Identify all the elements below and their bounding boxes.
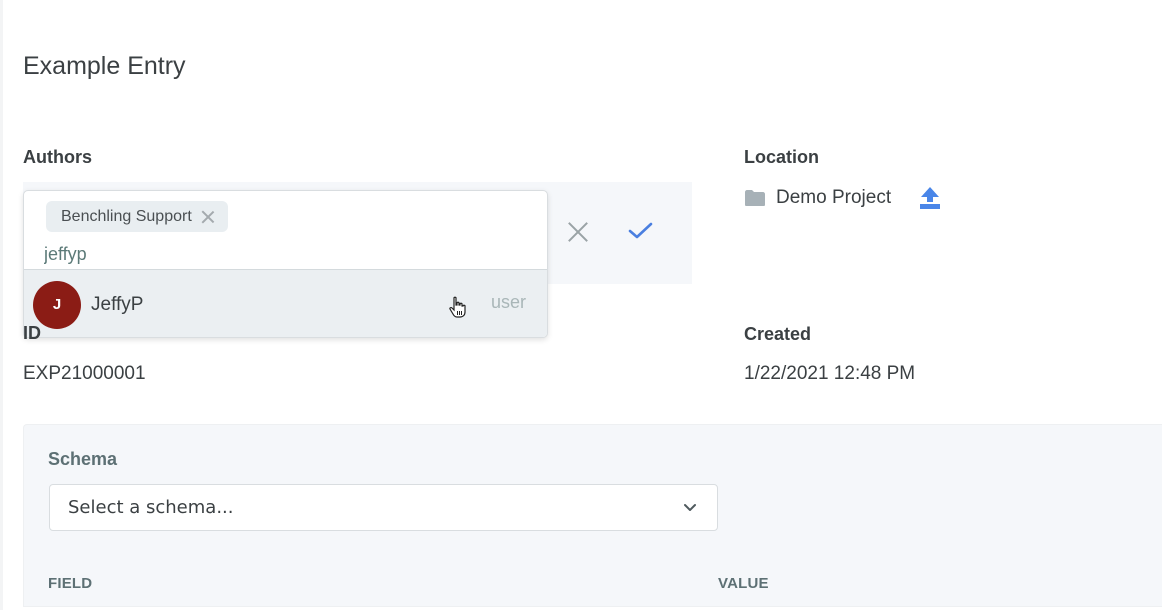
created-value: 1/22/2021 12:48 PM (744, 363, 916, 384)
author-option-type: user (490, 292, 526, 312)
id-value: EXP21000001 (23, 363, 146, 384)
chevron-down-icon (684, 504, 696, 511)
hand-pointer-icon (449, 296, 466, 318)
id-label: ID (23, 323, 41, 343)
location-value[interactable]: Demo Project (776, 187, 891, 209)
upload-icon[interactable] (919, 186, 941, 210)
column-header-value: VALUE (718, 575, 769, 592)
author-chip-label: Benchling Support (61, 207, 192, 225)
authors-label: Authors (23, 147, 92, 167)
left-edge-border (0, 0, 3, 610)
author-search-input[interactable] (44, 241, 524, 267)
folder-icon (745, 190, 765, 206)
cancel-edit-button[interactable] (566, 220, 590, 244)
location-label: Location (744, 147, 819, 167)
check-icon[interactable] (627, 219, 655, 243)
schema-select[interactable]: Select a schema... (49, 484, 718, 531)
author-chip: Benchling Support (46, 201, 228, 232)
schema-label: Schema (48, 449, 118, 469)
remove-chip-icon[interactable] (200, 209, 216, 225)
author-option[interactable]: J JeffyP user (24, 269, 547, 337)
created-label: Created (744, 324, 812, 344)
column-header-field: FIELD (48, 575, 93, 592)
schema-select-placeholder: Select a schema... (68, 497, 234, 518)
author-option-name: JeffyP (91, 293, 144, 315)
page-title: Example Entry (23, 52, 186, 80)
avatar: J (33, 280, 81, 329)
authors-picker[interactable]: Benchling Support J JeffyP user (23, 190, 548, 338)
